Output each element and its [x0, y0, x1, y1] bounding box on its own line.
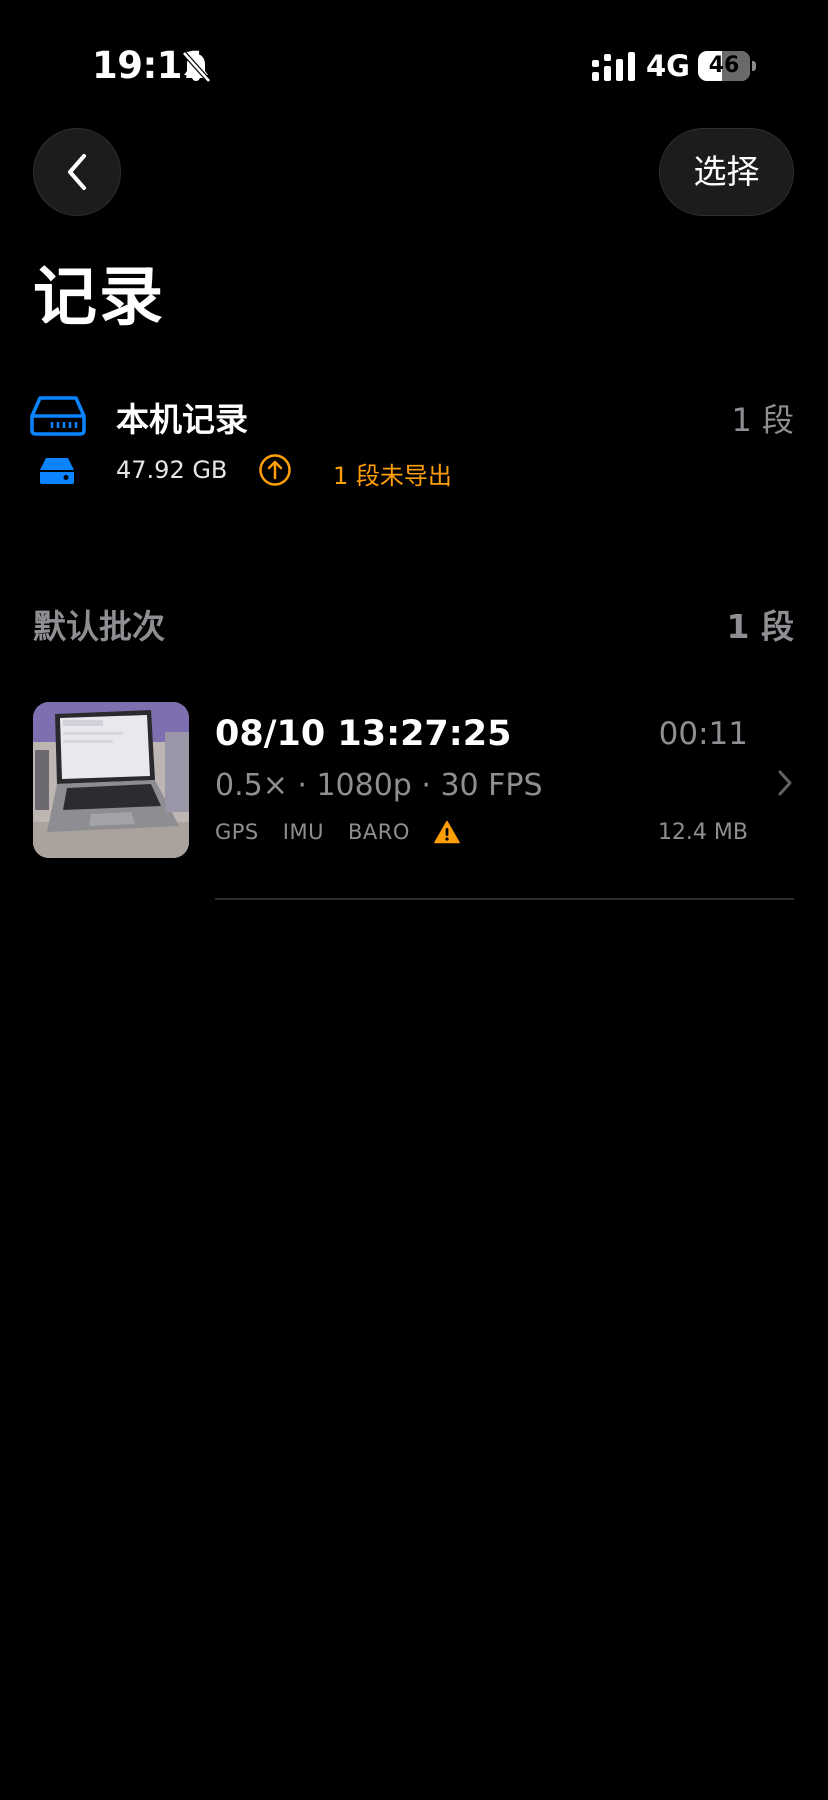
- recording-datetime: 08/10 13:27:25: [215, 714, 512, 754]
- recording-size: 12.4 MB: [657, 820, 748, 845]
- recording-duration: 00:11: [658, 716, 748, 752]
- sensor-tag-gps: GPS: [215, 820, 259, 844]
- sensor-tags: GPS IMU BARO: [215, 820, 460, 844]
- chevron-left-icon: [68, 154, 86, 190]
- cellular-signal-icon: [592, 52, 635, 81]
- bell-slash-icon: [182, 51, 211, 83]
- recording-thumbnail: [33, 702, 189, 858]
- battery-tip: [752, 61, 756, 71]
- network-type: 4G: [646, 49, 690, 83]
- back-button[interactable]: [33, 128, 121, 216]
- select-button[interactable]: 选择: [659, 128, 794, 216]
- battery-indicator: 46: [698, 51, 750, 81]
- storage-title: 本机记录: [116, 400, 248, 439]
- storage-count: 1 段: [731, 401, 794, 439]
- disk-icon: [40, 458, 74, 484]
- batch-count: 1 段: [726, 607, 794, 646]
- recording-specs: 0.5× · 1080p · 30 FPS: [215, 768, 543, 803]
- battery-percent: 46: [708, 53, 740, 78]
- page-title: 记录: [33, 261, 165, 335]
- laptop-image: [33, 702, 189, 858]
- hard-drive-icon: [30, 396, 86, 436]
- chevron-right-icon: [778, 770, 792, 796]
- unexported-status[interactable]: 1 段未导出: [333, 456, 452, 491]
- storage-size: 47.92 GB: [116, 456, 228, 484]
- sensor-tag-baro: BARO: [347, 820, 410, 844]
- recording-row[interactable]: 08/10 13:27:25 00:11 0.5× · 1080p · 30 F…: [0, 690, 828, 900]
- sensor-tag-imu: IMU: [282, 820, 324, 844]
- row-divider: [215, 898, 794, 900]
- warning-triangle-icon: [434, 820, 460, 844]
- status-bar: 19:11 4G 46: [0, 0, 828, 130]
- batch-title: 默认批次: [33, 607, 165, 646]
- upload-arrow-icon: [259, 454, 291, 486]
